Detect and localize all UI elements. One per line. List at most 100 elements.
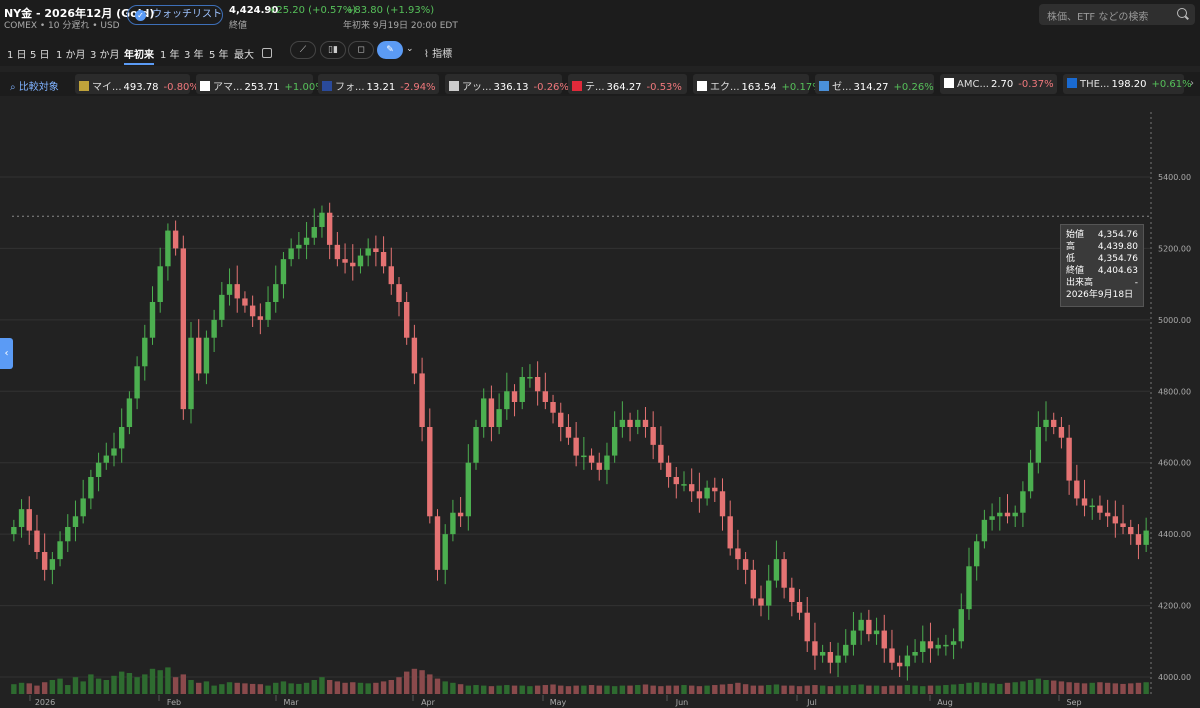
candle-body xyxy=(773,559,780,581)
compare-button[interactable]: ⌕ 比較対象 xyxy=(10,78,59,93)
candle-body xyxy=(1004,512,1011,517)
compare-chip[interactable]: AMC... 2.70 -0.37% xyxy=(940,74,1057,94)
volume-bar xyxy=(650,685,656,694)
chip-price: 13.21 xyxy=(366,82,396,93)
volume-bar xyxy=(350,682,356,694)
volume-bar xyxy=(896,685,903,694)
candle-body xyxy=(804,612,810,642)
candle-body xyxy=(735,548,741,560)
range-max[interactable]: 最大 xyxy=(234,46,254,61)
candle-chart-button[interactable]: ▯▮ xyxy=(320,41,346,59)
range-3y[interactable]: 3 年 xyxy=(184,46,204,61)
indicator-button[interactable]: ⌇ 指標 xyxy=(424,45,452,60)
volume-bar xyxy=(1089,682,1095,694)
compare-chip[interactable]: テ... 364.27 -0.53% xyxy=(568,74,687,94)
range-5y[interactable]: 5 年 xyxy=(209,46,229,61)
tooltip-value: - xyxy=(1134,278,1138,288)
candle-body xyxy=(434,516,441,570)
tooltip-value: 4,354.76 xyxy=(1097,230,1138,240)
volume-bar xyxy=(427,674,433,694)
price-chart[interactable]: 5400.00 5200.00 5000.00 4800.00 4600.00 4400.… xyxy=(0,97,1200,708)
volume-bar xyxy=(997,683,1003,694)
volume-bar xyxy=(242,683,248,694)
volume-bar xyxy=(812,685,818,694)
range-1d[interactable]: 1 日 xyxy=(7,46,27,61)
range-toolbar: 1 日 5 日 1 か月 3 か月 年初来 1 年 3 年 5 年 最大 ⟋ ▯… xyxy=(0,38,1200,66)
candle-body xyxy=(11,527,17,535)
range-ytd[interactable]: 年初来 xyxy=(124,46,154,65)
volume-bar xyxy=(72,677,79,694)
chevron-right-icon[interactable]: › xyxy=(1190,78,1194,89)
compare-chip[interactable]: THE... 198.20 +0.61% xyxy=(1063,74,1192,94)
indicator-icon: ⌇ xyxy=(424,49,429,60)
candle-body xyxy=(1035,427,1042,463)
search-input[interactable]: 株価、ETF などの検索 xyxy=(1039,4,1195,25)
range-1m[interactable]: 1 か月 xyxy=(56,46,86,61)
watchlist-button[interactable]: ✓ ウォッチリスト xyxy=(127,5,223,25)
candle-body xyxy=(319,212,325,227)
candle-body xyxy=(288,248,294,260)
candle-body xyxy=(249,305,256,317)
volume-bar xyxy=(1035,678,1042,694)
company-logo-icon xyxy=(944,78,954,88)
range-5d[interactable]: 5 日 xyxy=(30,46,50,61)
candle-body xyxy=(681,484,687,486)
range-1y[interactable]: 1 年 xyxy=(160,46,180,61)
volume-bar xyxy=(188,680,194,694)
volume-bar xyxy=(511,685,518,694)
compare-chip[interactable]: アマ... 253.71 +1.00% xyxy=(196,74,325,94)
candle-body xyxy=(242,298,248,306)
volume-bar xyxy=(688,685,695,694)
volume-bar xyxy=(950,684,957,694)
compare-chip[interactable]: マイ... 493.78 -0.80% xyxy=(75,74,199,94)
tooltip-label: 始値 xyxy=(1066,230,1085,240)
candle-body xyxy=(1043,419,1049,427)
line-chart-button[interactable]: ⟋ xyxy=(290,41,316,59)
compare-chip[interactable]: フォ... 13.21 -2.94% xyxy=(318,74,439,94)
volume-bar xyxy=(635,685,641,694)
candle-body xyxy=(688,484,695,492)
calendar-icon[interactable] xyxy=(262,48,272,58)
candle-body xyxy=(766,580,772,606)
compare-chip[interactable]: ゼ... 314.27 +0.26% xyxy=(815,74,934,94)
candle-body xyxy=(504,391,510,410)
candle-body xyxy=(172,230,179,249)
candle-body xyxy=(234,284,240,299)
volume-bar xyxy=(881,686,887,694)
candle-body xyxy=(419,373,425,427)
company-logo-icon xyxy=(322,81,332,91)
compare-chip[interactable]: アッ... 336.13 -0.26% xyxy=(445,74,569,94)
candle-body xyxy=(511,391,518,402)
candle-body xyxy=(226,284,233,295)
volume-bar xyxy=(758,685,764,694)
candle-body xyxy=(704,487,710,499)
candle-body xyxy=(858,619,864,631)
x-tick-label: Mar xyxy=(283,698,299,707)
chevron-down-icon[interactable]: ⌄ xyxy=(406,44,414,54)
candle-body xyxy=(303,237,310,245)
candle-body xyxy=(465,462,472,517)
volume-bar xyxy=(750,685,757,694)
volume-bar xyxy=(157,670,163,694)
range-3m[interactable]: 3 か月 xyxy=(90,46,120,61)
line-chart-icon: ⟋ xyxy=(299,45,307,55)
volume-bar xyxy=(273,682,279,694)
compare-chip[interactable]: エク... 163.54 +0.17% xyxy=(693,74,822,94)
volume-bar xyxy=(504,685,510,694)
candle-body xyxy=(373,248,379,252)
area-chart-button[interactable]: ◻ xyxy=(348,41,374,59)
company-logo-icon xyxy=(819,81,829,91)
volume-bar xyxy=(1027,680,1034,694)
volume-bar xyxy=(904,685,911,694)
candle-body xyxy=(819,652,826,656)
volume-bar xyxy=(1135,682,1142,694)
volume-bar xyxy=(1128,683,1134,694)
search-icon[interactable] xyxy=(1177,8,1187,18)
candle-body xyxy=(211,319,217,338)
volume-bar xyxy=(766,685,772,694)
candle-body xyxy=(1066,437,1072,481)
draw-tool-button[interactable]: ✎ xyxy=(377,41,403,59)
volume-bar xyxy=(1097,682,1103,694)
volume-bar xyxy=(573,685,579,694)
tooltip-row: 出来高 - xyxy=(1066,277,1138,289)
